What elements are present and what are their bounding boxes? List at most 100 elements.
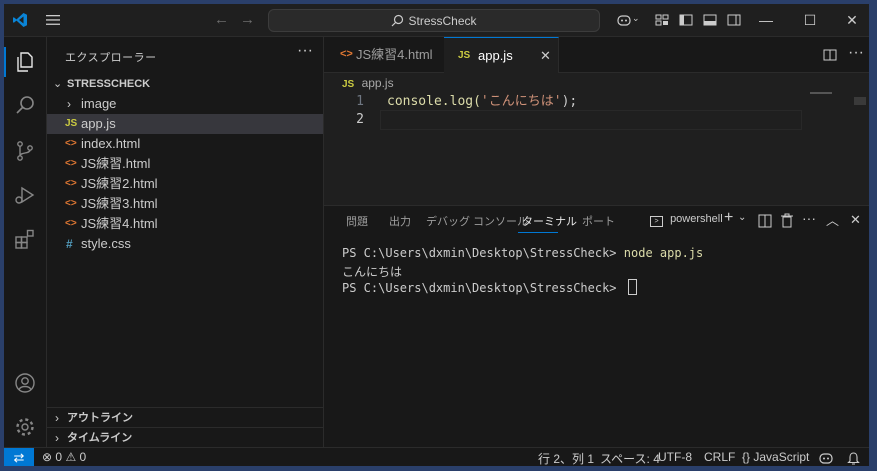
html-file-icon: <> — [65, 178, 77, 189]
tree-item-js-practice4-html[interactable]: <> JS練習4.html — [47, 214, 323, 234]
terminal-line-1: PS C:\Users\dxmin\Desktop\StressCheck> n… — [342, 246, 704, 260]
panel-more-actions-icon[interactable]: ··· — [802, 210, 816, 226]
tab-output[interactable]: 出力 — [389, 213, 411, 229]
manage-gear-icon[interactable] — [13, 415, 37, 439]
editor-more-actions-icon[interactable]: ··· — [848, 44, 864, 62]
split-editor-icon[interactable] — [822, 47, 838, 63]
more-actions-icon[interactable]: ··· — [297, 42, 313, 60]
tab-app-js[interactable]: JS app.js ✕ — [444, 37, 559, 73]
copilot-icon[interactable] — [616, 12, 632, 28]
eol-status[interactable]: CRLF — [704, 450, 735, 464]
close-tab-icon[interactable]: ✕ — [540, 38, 551, 73]
error-icon: ⊗ — [42, 450, 53, 464]
activity-bar — [4, 37, 47, 447]
warning-icon: ⚠ — [65, 450, 77, 464]
close-window-button[interactable]: ✕ — [842, 10, 862, 30]
tree-item-app-js[interactable]: JS app.js — [47, 114, 323, 134]
split-terminal-icon[interactable] — [758, 214, 772, 228]
toggle-primary-sidebar-icon[interactable] — [678, 12, 694, 28]
close-panel-icon[interactable]: ✕ — [850, 212, 861, 228]
js-file-icon: JS — [342, 79, 355, 90]
vscode-window: ← → StressCheck ⌄ — ☐ ✕ エクスプローラー ··· ⌄ S… — [4, 4, 869, 466]
html-file-icon: <> — [65, 218, 77, 229]
problems-status[interactable]: ⊗ 0 ⚠ 0 — [42, 450, 86, 464]
terminal-line-3[interactable]: PS C:\Users\dxmin\Desktop\StressCheck> — [342, 279, 637, 295]
overview-ruler — [854, 97, 866, 105]
encoding-status[interactable]: UTF-8 — [658, 450, 692, 464]
status-bar: ⇄ ⊗ 0 ⚠ 0 行 2、列 1 スペース: 4 UTF-8 CRLF {} … — [4, 447, 869, 466]
tree-item-js-practice3-html[interactable]: <> JS練習3.html — [47, 194, 323, 214]
accounts-icon[interactable] — [13, 371, 37, 395]
copilot-status-icon[interactable] — [819, 451, 833, 465]
tab-problems[interactable]: 問題 — [346, 213, 368, 229]
back-arrow-icon[interactable]: ← — [214, 11, 229, 28]
html-file-icon: <> — [65, 198, 77, 209]
search-text: StressCheck — [408, 13, 477, 28]
new-terminal-plus-icon[interactable]: + — [724, 209, 733, 227]
explorer-icon[interactable] — [13, 50, 37, 74]
terminal-cursor — [627, 279, 637, 295]
chevron-down-icon: ⌄ — [53, 78, 63, 90]
title-bar: ← → StressCheck ⌄ — ☐ ✕ — [4, 4, 869, 37]
css-file-icon: # — [66, 237, 73, 251]
tab-terminal[interactable]: ターミナル — [522, 213, 577, 229]
tree-item-style-css[interactable]: # style.css — [47, 234, 323, 254]
hamburger-menu-icon[interactable] — [44, 12, 62, 28]
terminal-dropdown-chevron-icon[interactable]: ⌄ — [738, 212, 746, 223]
terminal-icon: > — [650, 216, 663, 227]
terminal-shell-selector[interactable]: > powershell — [650, 213, 723, 227]
code-line-2[interactable]: 2 — [324, 111, 804, 129]
explorer-sidebar: エクスプローラー ··· ⌄ STRESSCHECK › image JS ap… — [47, 37, 324, 447]
customize-layout-icon[interactable] — [654, 12, 670, 28]
code-line-1[interactable]: 1 console.log('こんにちは'); — [324, 93, 804, 111]
extensions-icon[interactable] — [13, 227, 37, 251]
braces-icon: {} — [742, 450, 751, 464]
language-mode[interactable]: {} JavaScript — [742, 450, 809, 464]
forward-arrow-icon[interactable]: → — [240, 11, 255, 28]
terminal-line-2: こんにちは — [342, 265, 403, 279]
html-file-icon: <> — [65, 158, 77, 169]
command-center-search[interactable]: StressCheck — [268, 9, 600, 32]
remote-indicator-icon[interactable]: ⇄ — [4, 448, 34, 466]
bottom-panel: 問題 出力 デバッグ コンソール ターミナル ポート > powershell … — [324, 205, 869, 448]
tree-item-js-practice-html[interactable]: <> JS練習.html — [47, 154, 323, 174]
maximize-panel-chevron-up-icon[interactable]: ︿ — [826, 210, 839, 229]
active-tab-underline — [518, 232, 558, 233]
vscode-logo-icon — [13, 13, 27, 27]
js-file-icon: JS — [458, 50, 471, 61]
tree-item-image-folder[interactable]: › image — [47, 94, 323, 114]
notifications-bell-icon[interactable] — [847, 451, 860, 465]
toggle-panel-icon[interactable] — [702, 12, 718, 28]
html-file-icon: <> — [340, 48, 353, 60]
toggle-secondary-sidebar-icon[interactable] — [726, 12, 742, 28]
active-indicator — [4, 47, 6, 77]
tree-item-index-html[interactable]: <> index.html — [47, 134, 323, 154]
tree-item-js-practice2-html[interactable]: <> JS練習2.html — [47, 174, 323, 194]
source-control-icon[interactable] — [13, 139, 37, 163]
chevron-right-icon: › — [67, 97, 71, 111]
chevron-right-icon: › — [55, 411, 59, 425]
breadcrumb[interactable]: JS app.js — [342, 76, 394, 90]
kill-terminal-trash-icon[interactable] — [780, 213, 794, 228]
search-icon — [392, 14, 404, 27]
run-debug-icon[interactable] — [13, 183, 37, 207]
search-icon[interactable] — [13, 93, 37, 117]
minimize-button[interactable]: — — [756, 10, 776, 30]
maximize-button[interactable]: ☐ — [800, 10, 820, 30]
tab-js-practice4-html[interactable]: <> JS練習4.html — [324, 37, 445, 72]
html-file-icon: <> — [65, 138, 77, 149]
timeline-section-header[interactable]: › タイムライン — [47, 427, 323, 448]
chevron-right-icon: › — [55, 431, 59, 445]
editor-area: <> JS練習4.html JS app.js ✕ ··· JS app.js … — [324, 37, 869, 205]
js-file-icon: JS — [65, 118, 78, 129]
copilot-chevron-icon[interactable]: ⌄ — [632, 13, 640, 24]
cursor-position[interactable]: 行 2、列 1 — [538, 450, 594, 466]
tab-ports[interactable]: ポート — [582, 213, 615, 229]
editor-tabs: <> JS練習4.html JS app.js ✕ ··· — [324, 37, 869, 73]
workspace-folder-header[interactable]: ⌄ STRESSCHECK — [47, 74, 323, 94]
minimap[interactable] — [810, 92, 832, 94]
outline-section-header[interactable]: › アウトライン — [47, 407, 323, 428]
indentation-status[interactable]: スペース: 4 — [600, 450, 660, 466]
tab-debug-console[interactable]: デバッグ コンソール — [426, 213, 528, 229]
sidebar-title: エクスプローラー — [65, 52, 157, 64]
